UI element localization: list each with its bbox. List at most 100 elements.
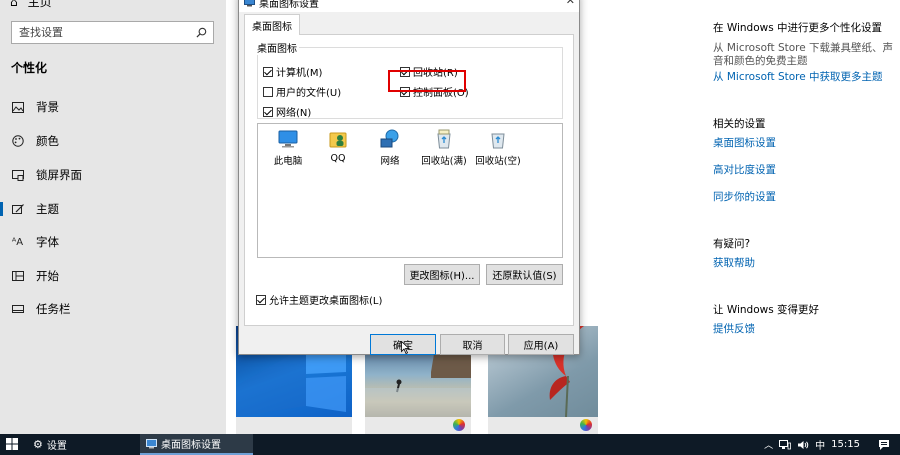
desktop-icon-settings-link[interactable]: 桌面图标设置 [713,135,776,150]
sidebar-item-themes[interactable]: 主题 [0,193,226,225]
user-files-checkbox[interactable]: 用户的文件(U) [263,84,341,99]
improve-windows-heading: 让 Windows 变得更好 [713,304,820,316]
checkbox-label: 用户的文件(U) [276,88,342,99]
dialog-titlebar[interactable]: 桌面图标设置 ✕ [239,0,579,12]
search-icon[interactable] [196,27,207,38]
ime-indicator[interactable]: 中 [815,437,825,452]
recycle-bin-full-icon [437,129,451,149]
checkbox-label: 网络(N) [276,108,312,119]
change-icon-button[interactable]: 更改图标(H)... [404,264,480,285]
high-contrast-settings-link[interactable]: 高对比度设置 [713,162,776,177]
network-status-icon[interactable] [779,439,792,450]
icon-recycle-bin-full[interactable]: 回收站(满) [418,128,470,167]
this-pc-icon [278,130,298,148]
icon-this-pc[interactable]: 此电脑 [262,128,314,167]
sidebar-item-taskbar[interactable]: 任务栏 [0,293,226,325]
related-settings-heading: 相关的设置 [713,118,766,130]
windows-start-icon[interactable] [6,438,18,450]
section-title: 个性化 [11,61,48,75]
desktop-icon-settings-dialog: 桌面图标设置 ✕ 桌面图标 桌面图标 计算机(M) 回收站(R) 用户的文件(U… [238,0,580,355]
sidebar-item-start[interactable]: 开始 [0,260,226,292]
icon-label: 此电脑 [273,156,303,167]
allow-themes-checkbox[interactable]: 允许主题更改桌面图标(L) [256,292,382,307]
mouse-cursor-icon [401,341,410,354]
checkbox-label: 计算机(M) [276,68,323,79]
search-box[interactable] [11,21,214,44]
checkbox-box[interactable] [263,106,273,117]
desktop-window-icon [146,438,157,448]
computer-checkbox[interactable]: 计算机(M) [263,64,322,79]
cancel-button[interactable]: 取消 [440,334,505,355]
checkbox-box[interactable] [256,294,266,305]
start-grid-icon [11,270,24,283]
get-help-link[interactable]: 获取帮助 [713,255,755,270]
highlight-annotation [388,70,466,92]
taskbar-app-settings[interactable]: ⚙ 设置 [33,434,67,455]
chevron-up-icon[interactable]: ︿ [764,438,773,451]
network-checkbox[interactable]: 网络(N) [263,104,311,119]
sidebar-item-colors[interactable]: 颜色 [0,125,226,157]
settings-sidebar: ⌂ 主页 个性化 背景 颜色 锁屏界面 主题 ᴬA 字体 [0,0,226,434]
notification-icon[interactable] [878,439,890,451]
group-label: 桌面图标 [255,40,299,55]
checkbox-label: 允许主题更改桌面图标(L) [269,296,383,307]
sidebar-item-home[interactable]: ⌂ 主页 [10,0,52,10]
sidebar-item-label: 任务栏 [36,302,71,316]
taskbar: ⚙ 设置 桌面图标设置 ︿ 中 15:15 [0,434,900,455]
user-folder-icon [329,132,347,148]
icon-label: 回收站(满) [421,156,467,167]
feedback-link[interactable]: 提供反馈 [713,321,755,336]
icon-network[interactable]: 网络 [364,128,416,167]
more-personalization-heading: 在 Windows 中进行更多个性化设置 [713,22,883,34]
clock-time[interactable]: 15:15 [831,439,860,450]
store-themes-link[interactable]: 从 Microsoft Store 中获取更多主题 [713,69,883,84]
related-settings-panel: 在 Windows 中进行更多个性化设置 从 Microsoft Store 下… [694,0,900,434]
color-wheel-icon [453,419,465,431]
icon-label: 网络 [380,156,400,167]
font-icon: ᴬA [11,236,24,248]
color-wheel-icon [580,419,592,431]
sidebar-item-label: 开始 [36,269,59,283]
sidebar-item-label: 主题 [36,202,59,216]
desktop-icon-list[interactable]: 此电脑 QQ 网络 回收站(满) 回收站(空) [257,123,563,258]
sidebar-item-label: 背景 [36,100,59,114]
network-icon [380,129,399,148]
sidebar-item-label: 锁屏界面 [36,168,82,182]
sidebar-item-background[interactable]: 背景 [0,91,226,123]
restore-default-button[interactable]: 还原默认值(S) [486,264,563,285]
taskbar-app-label: 设置 [46,441,67,452]
sidebar-item-label: 字体 [36,235,59,249]
taskbar-app-label: 桌面图标设置 [161,440,221,451]
image-icon [11,101,24,114]
checkbox-box[interactable] [263,66,273,77]
palette-icon [11,135,24,148]
icon-label: QQ [330,153,346,164]
icon-label: 回收站(空) [475,156,521,167]
lock-screen-icon [11,169,24,182]
sidebar-item-fonts[interactable]: ᴬA 字体 [0,226,226,258]
apply-button[interactable]: 应用(A) [508,334,574,355]
icon-recycle-bin-empty[interactable]: 回收站(空) [472,128,524,167]
gear-icon: ⚙ [33,438,43,451]
theme-icon [11,203,24,216]
home-icon: ⌂ [10,0,18,9]
sync-settings-link[interactable]: 同步你的设置 [713,189,776,204]
taskbar-app-desktop-icon-settings[interactable]: 桌面图标设置 [140,434,253,455]
volume-icon[interactable] [797,440,809,450]
taskbar-icon [11,303,24,316]
close-icon[interactable]: ✕ [566,0,575,7]
search-input[interactable] [12,22,187,43]
help-heading: 有疑问? [713,238,751,250]
desktop-window-icon [244,0,255,7]
thumbnail-footer [236,417,352,434]
checkbox-box[interactable] [263,86,273,97]
system-tray: ︿ 中 15:15 [764,434,900,455]
sidebar-item-label: 主页 [27,0,52,9]
icon-qq[interactable]: QQ [312,128,364,164]
tab-desktop-icons[interactable]: 桌面图标 [244,14,300,35]
sidebar-item-label: 颜色 [36,134,59,148]
sidebar-item-lock-screen[interactable]: 锁屏界面 [0,159,226,191]
more-personalization-description: 音和颜色的免费主题 [713,55,808,67]
dialog-title: 桌面图标设置 [259,0,319,10]
recycle-bin-empty-icon [491,133,505,149]
